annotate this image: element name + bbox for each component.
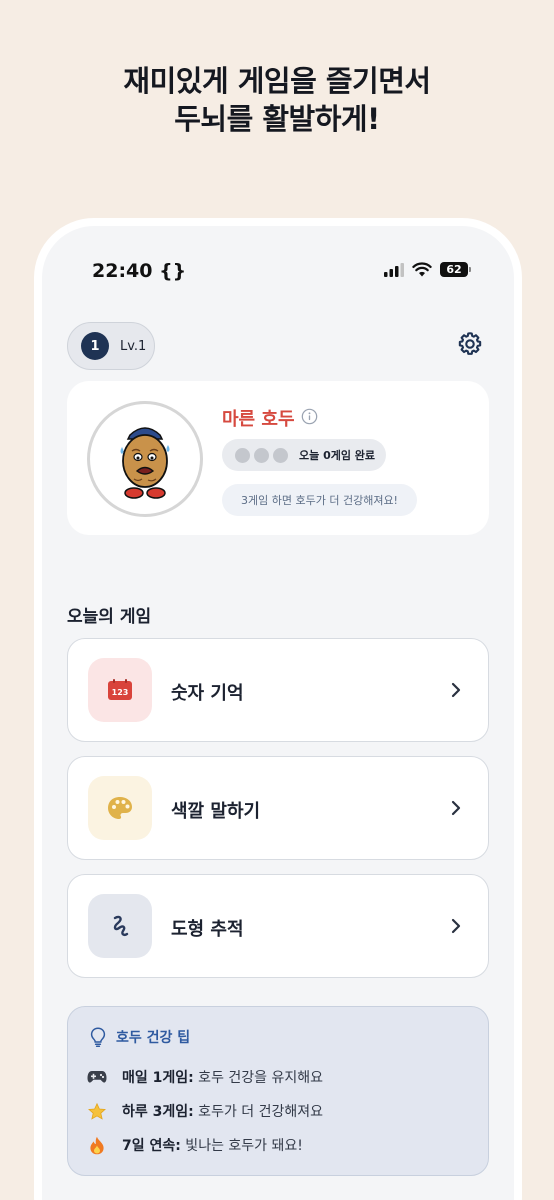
level-number: 1 [81,332,109,360]
promo-line-1: 재미있게 게임을 즐기면서 [123,64,431,98]
game-label: 색깔 말하기 [171,801,261,822]
level-label: Lv.1 [120,338,147,354]
signal-icon [384,262,404,277]
tip-text: 호두 건강을 유지해요 [193,1070,324,1086]
game-card-number-memory[interactable]: 123 숫자 기억 [67,638,489,742]
game-card-color-say[interactable]: 색깔 말하기 [67,756,489,860]
level-badge[interactable]: 1 Lv.1 [67,322,155,370]
chevron-right-icon [451,800,461,816]
tip-row: 7일 연속: 빛나는 호두가 돼요! [86,1135,303,1155]
gear-icon[interactable] [456,330,484,358]
profile-card: 마른 호두 오늘 0게임 완료 3게임 하면 호두가 더 건강해져요! [67,381,489,535]
tip-strong: 하루 3게임: [122,1104,194,1120]
tip-row: 매일 1게임: 호두 건강을 유지해요 [86,1067,323,1087]
game-controller-icon [86,1070,108,1084]
game-label: 도형 추적 [171,919,244,940]
fire-icon [86,1136,108,1155]
walnut-character-icon [120,427,170,499]
game-label: 숫자 기억 [171,683,244,704]
health-tips-card: 호두 건강 팁 매일 1게임: 호두 건강을 유지해요 하루 3게임: 호두가 … [67,1006,489,1176]
game-icon-tile: 123 [88,658,152,722]
progress-dot [254,447,269,463]
health-hint: 3게임 하면 호두가 더 건강해져요! [222,484,417,516]
pet-name: 마른 호두 [222,409,295,430]
tip-strong: 매일 1게임: [122,1070,194,1086]
tip-strong: 7일 연속: [122,1138,181,1154]
chevron-right-icon [451,682,461,698]
promo-line-2: 두뇌를 활발하게! [174,102,380,136]
battery-icon: 62 [440,262,471,277]
lightbulb-icon [90,1027,106,1047]
promo-headline: 재미있게 게임을 즐기면서 두뇌를 활발하게! [0,62,554,138]
status-icons: 62 [384,262,471,277]
palette-icon [108,797,132,819]
tips-title: 호두 건강 팁 [116,1030,191,1046]
phone-frame: 22:40 {} 62 1 Lv.1 마른 호두 오늘 0게임 완료 3게임 하… [34,218,522,1200]
wifi-icon [412,262,432,277]
progress-dot [235,447,250,463]
info-icon[interactable] [301,408,318,425]
game-icon-tile [88,776,152,840]
progress-text: 오늘 0게임 완료 [299,449,376,462]
game-card-shape-trace[interactable]: 도형 추적 [67,874,489,978]
tip-row: 하루 3게임: 호두가 더 건강해져요 [86,1101,323,1121]
tip-text: 호두가 더 건강해져요 [193,1104,324,1120]
games-section-title: 오늘의 게임 [67,607,152,627]
walnut-character-avatar[interactable] [87,401,203,517]
daily-progress-pill: 오늘 0게임 완료 [222,439,386,471]
star-icon [86,1102,108,1120]
tip-text: 빛나는 호두가 돼요! [180,1138,303,1154]
squiggle-icon [113,915,129,936]
chevron-right-icon [451,918,461,934]
tips-header: 호두 건강 팁 [90,1027,190,1047]
calendar-icon-text: 123 [112,688,129,697]
status-time: 22:40 {} [92,260,187,282]
app-screen: 22:40 {} 62 1 Lv.1 마른 호두 오늘 0게임 완료 3게임 하… [42,226,514,1200]
number-calendar-icon: 123 [108,679,132,700]
progress-dot [273,447,288,463]
game-icon-tile [88,894,152,958]
